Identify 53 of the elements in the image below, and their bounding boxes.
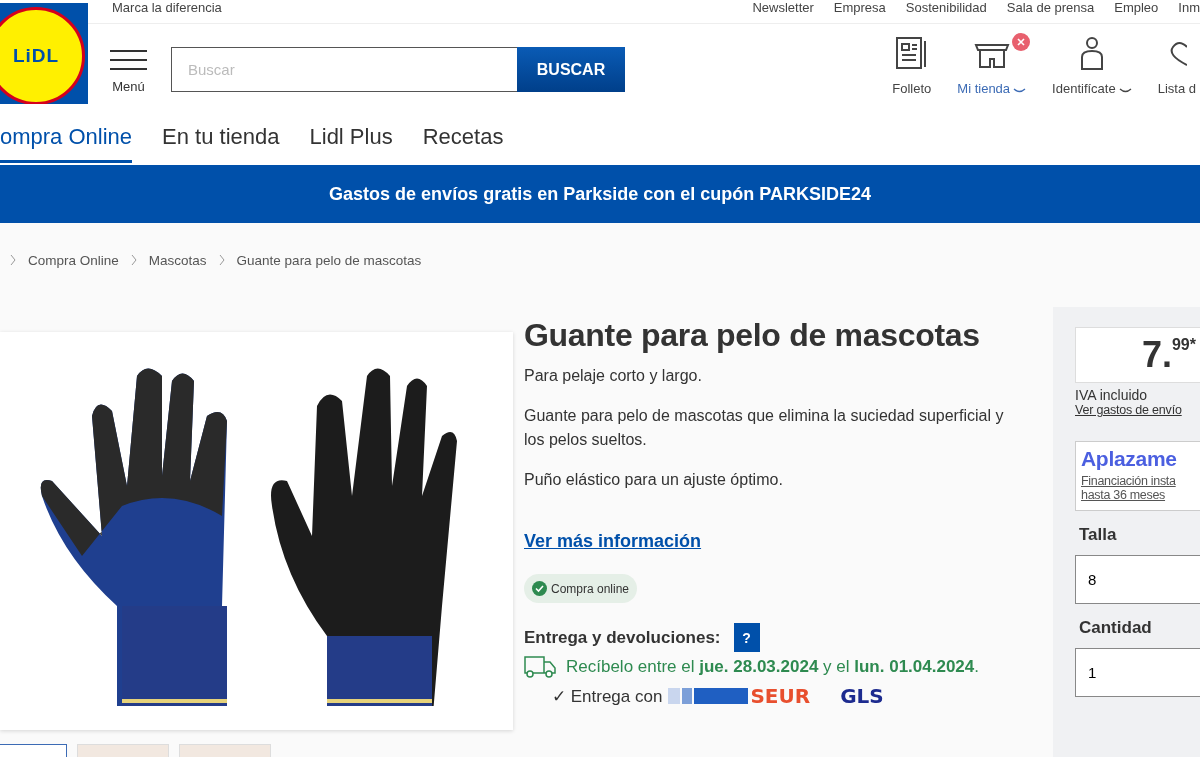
promo-banner: Gastos de envíos gratis en Parkside con el cupón PARKSIDE24 [0,165,1200,223]
header-action[interactable]: Folleto [886,35,938,96]
select-field[interactable]: 8 [1075,555,1200,604]
select-field[interactable]: 1 [1075,648,1200,697]
carrier-logo: SEUR [750,684,811,708]
help-button[interactable]: ? [733,623,760,652]
breadcrumb-link[interactable]: Compra Online [28,252,119,268]
header-action[interactable]: Identifícate [1046,35,1138,96]
price-cents: 99* [1171,336,1196,353]
stripes-icon [668,688,749,704]
carrier-logo: GLS [840,684,884,708]
top-link[interactable]: Newsletter [752,0,814,15]
top-link[interactable]: Sala de prensa [1006,0,1095,15]
close-badge-icon[interactable] [1011,33,1030,51]
carrier-label: ✓ Entrega con [552,685,663,707]
search-field[interactable]: Buscar [171,47,517,92]
delivery-heading: Entrega y devoluciones: [524,627,721,648]
menu-icon [110,49,147,71]
check-circle-icon [532,581,547,596]
top-link[interactable]: Inm [1178,0,1200,15]
financing-link[interactable]: Financiación insta [1081,474,1200,488]
nav-tab[interactable]: Lidl Plus [309,110,393,163]
financing-link[interactable]: hasta 36 meses [1081,488,1200,502]
breadcrumb-link[interactable]: Mascotas [148,252,207,268]
top-link[interactable]: Sostenibilidad [905,0,987,15]
price-main: 7. [1141,334,1172,376]
product-description: Guante para pelo de mascotas que elimina la suciedad superficial y los pelos sueltos. [524,406,1005,450]
top-link[interactable]: Empleo [1114,0,1159,15]
field-label: Cantidad [1079,618,1153,638]
menu-button[interactable]: Menú [110,49,147,94]
logo[interactable]: LiDL [0,3,88,104]
product-title: Guante para pelo de mascotas [524,317,981,354]
header-action[interactable]: Lista d [1151,35,1200,96]
nav-tab[interactable]: Recetas [422,110,504,163]
chevron-icon [130,254,137,266]
tax-note: IVA incluido [1075,387,1149,403]
chevron-icon [218,254,225,266]
slogan-text: Marca la diferencia [112,0,222,15]
header-action[interactable]: Mi tienda [951,35,1033,96]
shipping-link[interactable]: Ver gastos de envío [1075,403,1200,417]
search-button[interactable]: BUSCAR [517,47,625,92]
field-label: Talla [1079,525,1118,545]
product-subtitle: Para pelaje corto y largo. [524,366,703,386]
top-link[interactable]: Empresa [833,0,886,15]
badge-label: Compra online [551,581,630,596]
nav-tab[interactable]: En tu tienda [162,110,280,163]
chevron-icon [10,254,16,266]
more-info-link[interactable]: Ver más información [524,531,702,552]
financing-brand: Aplazame [1081,446,1178,472]
truck-icon [524,656,556,678]
product-description: Puño elástico para un ajuste óptimo. [524,470,784,490]
delivery-estimate: Recíbelo entre el jue. 28.03.2024 y el lun. 01.04.2024. [566,657,979,677]
breadcrumb-link[interactable]: Guante para pelo de mascotas [236,252,422,268]
